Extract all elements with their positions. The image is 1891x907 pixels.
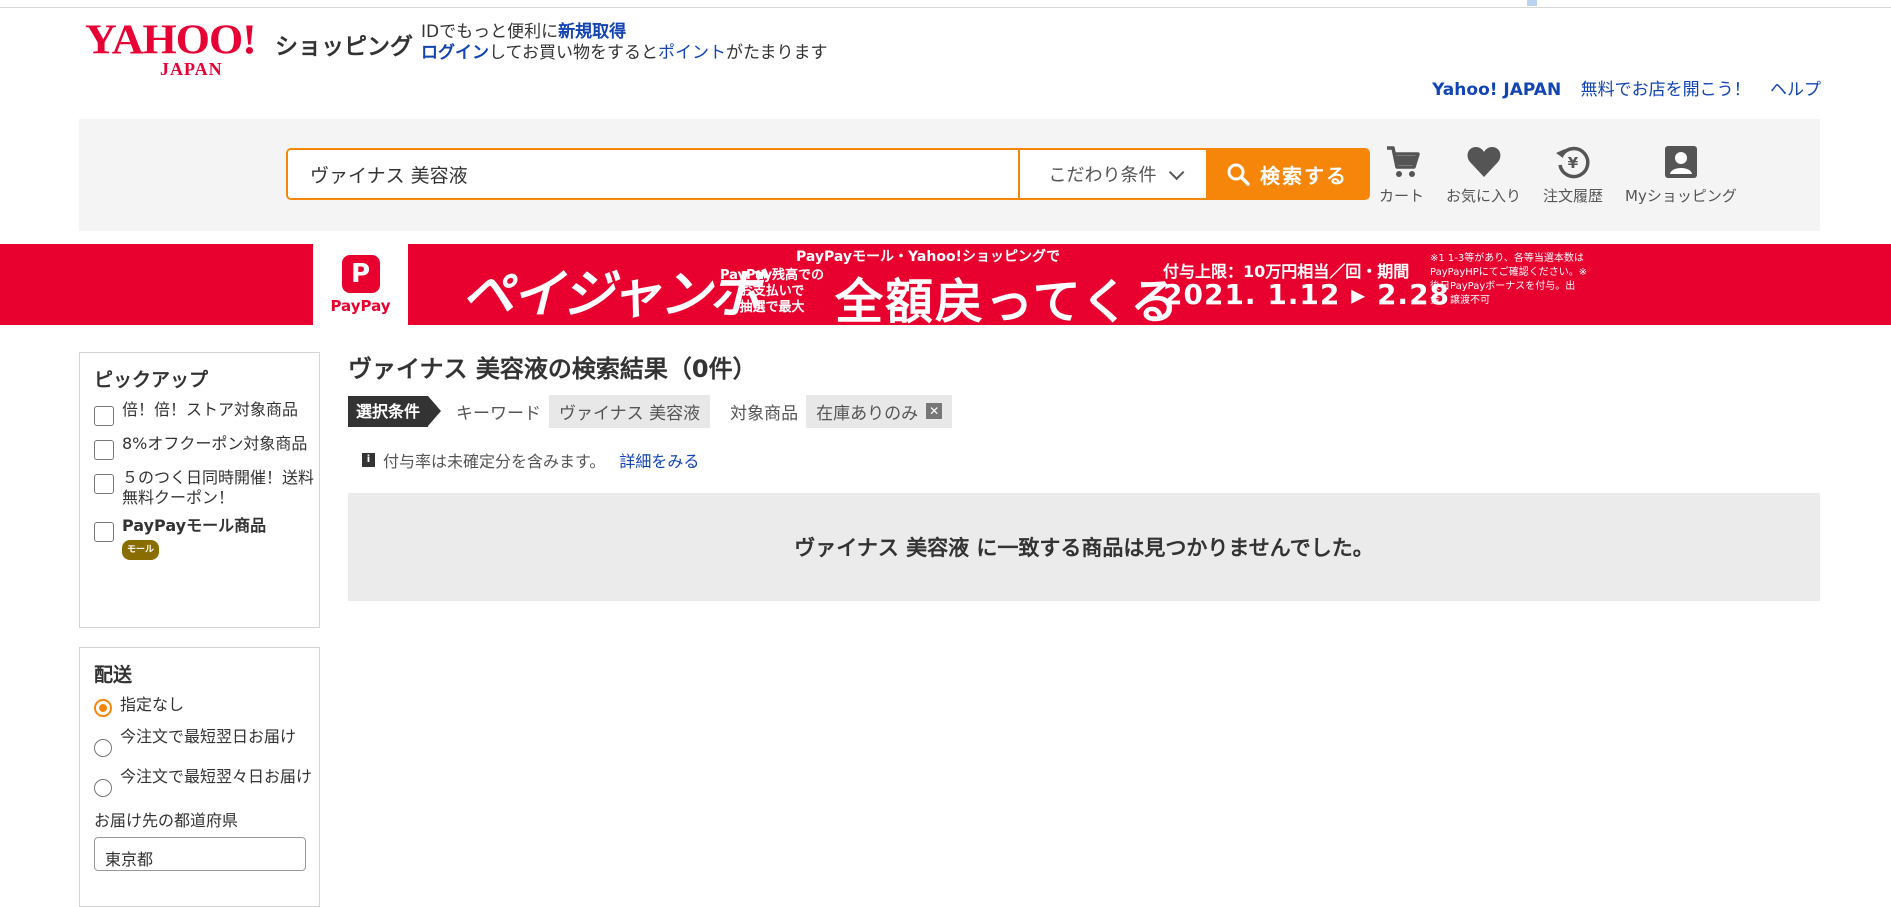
shopping-wordmark[interactable]: ショッピング: [275, 27, 413, 61]
login-line2-text: してお買い物をすると: [489, 43, 658, 63]
search-box: こだわり条件 検索する: [286, 148, 1370, 200]
register-link[interactable]: 新規取得: [558, 22, 626, 42]
shipping-option-label: 指定なし: [120, 695, 185, 714]
checkbox[interactable]: [94, 522, 114, 542]
points-note: i 付与率は未確定分を含みます。 詳細をみる: [362, 448, 699, 472]
result-title: ヴァイナス 美容液の検索結果（0件）: [348, 355, 757, 383]
help-link[interactable]: ヘルプ: [1770, 80, 1821, 100]
keyword-label: キーワード: [456, 403, 542, 424]
search-button[interactable]: 検索する: [1206, 150, 1368, 198]
nav-order-history-label: 注文履歴: [1543, 187, 1604, 205]
banner-sub-text: PayPay残高での お支払いで 抽選で最大: [720, 268, 825, 315]
nav-favorites[interactable]: お気に入り: [1446, 143, 1521, 206]
nav-my-shopping[interactable]: Myショッピング: [1625, 143, 1737, 206]
yahoo-japan-logo[interactable]: YAHOO! JAPAN: [85, 16, 275, 78]
search-icon: [1227, 163, 1250, 186]
browser-top-edge: [0, 0, 1891, 8]
checkbox[interactable]: [94, 474, 114, 494]
chevron-down-icon: [1168, 164, 1184, 180]
history-icon: ¥: [1556, 146, 1590, 179]
pickup-option[interactable]: 8%オフクーポン対象商品: [94, 434, 319, 460]
logo-yahoo-text: YAHOO!: [85, 16, 257, 63]
target-value: 在庫ありのみ: [816, 403, 919, 424]
selected-conditions-tag: 選択条件: [348, 395, 442, 427]
shipping-option-label: 今注文で最短翌々日お届け: [120, 767, 313, 786]
prefecture-select[interactable]: 東京都: [94, 837, 306, 871]
checkbox[interactable]: [94, 406, 114, 426]
info-icon: i: [362, 453, 375, 467]
pickup-option-label: PayPayモール商品: [122, 516, 267, 535]
nav-favorites-label: お気に入り: [1446, 187, 1522, 205]
conditions-label: こだわり条件: [1048, 165, 1157, 186]
prefecture-label: お届け先の都道府県: [94, 811, 239, 830]
shipping-option[interactable]: 今注文で最短翌日お届け: [94, 727, 319, 757]
header-nav: カート お気に入り ¥ 注文履歴 Myショッピング: [1379, 143, 1759, 206]
heart-icon: [1467, 147, 1500, 177]
target-label: 対象商品: [730, 403, 799, 424]
banner-jumbo-text: ペイジャンボ: [462, 265, 761, 325]
conditions-dropdown[interactable]: こだわり条件: [1018, 150, 1208, 198]
pickup-option-label: ５のつく日同時開催！送料無料クーポン！: [122, 468, 315, 507]
yahoo-japan-link[interactable]: Yahoo! JAPAN: [1432, 80, 1561, 100]
pickup-option[interactable]: PayPayモール商品 モール: [94, 516, 319, 560]
nav-cart-label: カート: [1379, 187, 1425, 205]
points-note-text: 付与率は未確定分を含みます。: [383, 452, 606, 471]
remove-condition-icon[interactable]: ✕: [926, 403, 943, 419]
logo-japan-text: JAPAN: [160, 59, 223, 79]
shipping-title: 配送: [94, 664, 133, 686]
pickup-option[interactable]: 倍！倍！ストア対象商品: [94, 400, 319, 426]
nav-order-history[interactable]: ¥ 注文履歴: [1543, 143, 1603, 206]
keyword-value: ヴァイナス 美容液: [559, 403, 701, 424]
banner-main-text: 全額戻ってくる: [835, 274, 1181, 330]
nav-my-shopping-label: Myショッピング: [1625, 187, 1737, 205]
pickup-filter: ピックアップ 倍！倍！ストア対象商品 8%オフクーポン対象商品 ５のつく日同時開…: [79, 352, 320, 628]
open-store-link[interactable]: 無料でお店を開こう！: [1581, 80, 1751, 100]
shipping-option[interactable]: 指定なし: [94, 695, 319, 717]
shipping-option-label: 今注文で最短翌日お届け: [120, 727, 297, 746]
login-line2-suffix: がたまります: [725, 43, 828, 63]
radio-button[interactable]: [94, 779, 112, 797]
svg-text:¥: ¥: [1568, 154, 1579, 172]
radio-button[interactable]: [94, 699, 112, 717]
shipping-filter: 配送 指定なし 今注文で最短翌日お届け 今注文で最短翌々日お届け お届け先の都道…: [79, 647, 320, 907]
top-edge-marker: [1527, 0, 1537, 6]
nav-cart[interactable]: カート: [1379, 143, 1424, 206]
pickup-option-label: 倍！倍！ストア対象商品: [122, 400, 299, 419]
login-link[interactable]: ログイン: [421, 43, 489, 63]
target-chip: 在庫ありのみ ✕: [806, 394, 953, 428]
keyword-chip: ヴァイナス 美容液: [549, 394, 711, 428]
checkbox[interactable]: [94, 440, 114, 460]
login-prompt: IDでもっと便利に新規取得 ログインしてお買い物をするとポイントがたまります: [421, 22, 827, 64]
login-line1-text: IDでもっと便利に: [421, 22, 559, 42]
person-icon: [1664, 146, 1697, 178]
details-link[interactable]: 詳細をみる: [619, 448, 699, 472]
search-input[interactable]: [288, 150, 1015, 198]
cart-icon: [1386, 146, 1420, 177]
points-link[interactable]: ポイント: [658, 43, 726, 63]
no-results-message: ヴァイナス 美容液 に一致する商品は見つかりませんでした。: [348, 493, 1820, 601]
pickup-option[interactable]: ５のつく日同時開催！送料無料クーポン！: [94, 468, 319, 508]
selected-conditions: 選択条件 キーワード ヴァイナス 美容液 対象商品 在庫ありのみ ✕: [348, 394, 972, 428]
pickup-title: ピックアップ: [94, 369, 209, 391]
paypay-logo-icon: P: [341, 254, 380, 293]
promo-banner[interactable]: P PayPay ペイジャンボ PayPayモール・Yahoo!ショッピングで …: [0, 244, 1891, 330]
radio-button[interactable]: [94, 739, 112, 757]
banner-note-text: ※1 1-3等があり、各等当選本数はPayPayHPにてご確認ください。※後日P…: [1430, 253, 1588, 306]
paypay-mall-badge: モール: [122, 540, 160, 560]
search-band: こだわり条件 検索する カート お気に入り ¥ 注文履歴 Myショッピング: [79, 119, 1820, 231]
paypay-text: PayPay: [330, 296, 391, 315]
banner-period-text: 2021. 1.12 ▸ 2.28: [1163, 278, 1451, 311]
shipping-option[interactable]: 今注文で最短翌々日お届け: [94, 767, 319, 797]
pickup-option-label: 8%オフクーポン対象商品: [122, 434, 308, 453]
paypay-tile: P PayPay: [313, 244, 408, 325]
top-links: Yahoo! JAPAN 無料でお店を開こう！ ヘルプ: [1418, 75, 1821, 100]
search-button-label: 検索する: [1260, 163, 1348, 188]
